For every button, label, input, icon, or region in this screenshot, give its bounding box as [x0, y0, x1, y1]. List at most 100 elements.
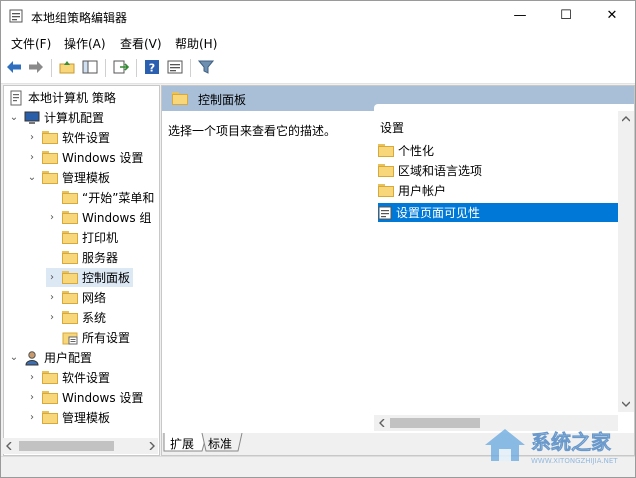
scroll-left-icon[interactable] [378, 419, 386, 427]
tree-label: 用户配置 [44, 351, 93, 365]
menu-action[interactable]: 操作(A) [64, 35, 106, 52]
folder-icon [378, 184, 394, 197]
expand-arrow-icon[interactable]: › [46, 292, 58, 303]
expand-arrow-icon[interactable]: › [26, 132, 38, 143]
folder-icon [42, 131, 58, 144]
tree-node-cc-admin[interactable]: ⌄ 管理模板 [26, 168, 110, 187]
tree-node-network[interactable]: › 网络 [46, 288, 106, 307]
group-policy-window: 本地组策略编辑器 — ☐ ✕ 文件(F) 操作(A) 查看(V) 帮助(H) ? [0, 0, 636, 478]
tree-node-uc-windows[interactable]: › Windows 设置 [26, 388, 143, 407]
toolbar: ? [1, 53, 635, 84]
expand-arrow-icon[interactable]: › [46, 272, 58, 283]
scroll-up-icon[interactable] [622, 115, 630, 123]
folder-icon [378, 144, 394, 157]
collapse-arrow-icon[interactable]: ⌄ [26, 172, 38, 183]
folder-icon [62, 291, 78, 304]
tree-pane: 本地计算机 策略 ⌄ 计算机配置 › 软件设置 › Windows 设置 ⌄ 管… [3, 85, 160, 456]
tree-label: 控制面板 [82, 271, 131, 285]
tree-node-control-panel[interactable]: › 控制面板 [46, 268, 134, 287]
up-folder-icon[interactable] [58, 58, 76, 76]
list-item-label: 区域和语言选项 [398, 164, 483, 178]
menu-view[interactable]: 查看(V) [120, 35, 162, 52]
tree-label: 软件设置 [62, 131, 111, 145]
expand-arrow-icon[interactable]: › [46, 212, 58, 223]
tab-extended[interactable]: 扩展 [170, 435, 194, 453]
list-item-label: 设置页面可见性 [396, 206, 481, 220]
folder-icon [42, 151, 58, 164]
scroll-left-icon[interactable] [5, 442, 13, 450]
list-vertical-scrollbar[interactable] [618, 111, 634, 412]
tree-node-cc-software[interactable]: › 软件设置 [26, 128, 110, 147]
folder-icon [62, 251, 78, 264]
tree-label: Windows 设置 [62, 391, 144, 405]
tree-node-uc-software[interactable]: › 软件设置 [26, 368, 110, 387]
expand-arrow-icon[interactable]: › [46, 312, 58, 323]
properties-icon[interactable] [166, 58, 184, 76]
tree-horizontal-scrollbar[interactable] [3, 438, 158, 454]
close-button[interactable]: ✕ [589, 1, 635, 31]
tree-label: 本地计算机 策略 [28, 91, 116, 105]
tree-node-computer-config[interactable]: ⌄ 计算机配置 [8, 108, 104, 127]
folder-icon [62, 311, 78, 324]
tree-label: 计算机配置 [44, 111, 105, 125]
detail-pane: 控制面板 选择一个项目来查看它的描述。 设置 个性化 区域和语言选项 用户帐户 … [161, 85, 635, 456]
folder-icon [42, 371, 58, 384]
folder-icon [42, 411, 58, 424]
folder-icon [62, 211, 78, 224]
tab-standard[interactable]: 标准 [208, 435, 232, 453]
scroll-right-icon[interactable] [148, 442, 156, 450]
tree-node-printer[interactable]: 打印机 [46, 228, 118, 247]
policy-app-icon [9, 9, 23, 23]
folder-icon [62, 191, 78, 204]
show-hide-tree-icon[interactable] [81, 58, 99, 76]
list-item-label: 用户帐户 [398, 184, 447, 198]
expand-arrow-icon[interactable]: › [26, 392, 38, 403]
menu-help[interactable]: 帮助(H) [175, 35, 217, 52]
scroll-thumb[interactable] [19, 441, 114, 451]
tree-node-local-policy[interactable]: 本地计算机 策略 [8, 88, 116, 107]
export-list-icon[interactable] [112, 58, 130, 76]
menu-file[interactable]: 文件(F) [11, 35, 51, 52]
svg-text:系统之家: 系统之家 [531, 430, 612, 454]
tree-label: “开始”菜单和 [82, 191, 155, 205]
tree-node-server[interactable]: 服务器 [46, 248, 118, 267]
scroll-thumb[interactable] [390, 418, 480, 428]
tree-node-cc-windows[interactable]: › Windows 设置 [26, 148, 143, 167]
list-item[interactable]: 用户帐户 [378, 181, 634, 200]
list-item[interactable]: 区域和语言选项 [378, 161, 634, 180]
tree-node-user-config[interactable]: ⌄ 用户配置 [8, 348, 92, 367]
toolbar-separator [51, 59, 52, 77]
column-header-settings[interactable]: 设置 [380, 119, 404, 136]
user-icon [25, 350, 39, 365]
minimize-button[interactable]: — [497, 1, 543, 31]
back-icon[interactable] [5, 58, 23, 76]
tree-label: 管理模板 [62, 171, 111, 185]
filter-icon[interactable] [197, 58, 215, 76]
folder-icon [62, 231, 78, 244]
list-item-selected[interactable]: 设置页面可见性 [378, 203, 634, 222]
tree-label: 管理模板 [62, 411, 111, 425]
tree-node-uc-admin[interactable]: › 管理模板 [26, 408, 110, 427]
expand-arrow-icon[interactable]: › [26, 152, 38, 163]
detail-header-title: 控制面板 [198, 93, 247, 107]
folder-icon [42, 391, 58, 404]
tree-label: 服务器 [82, 251, 119, 265]
tree-node-start-menu[interactable]: “开始”菜单和 [46, 188, 154, 207]
folder-icon [172, 92, 188, 105]
help-icon[interactable]: ? [143, 58, 161, 76]
forward-icon[interactable] [27, 58, 45, 76]
settings-list: 设置 个性化 区域和语言选项 用户帐户 设置页面可见性 [374, 104, 634, 415]
title-bar[interactable]: 本地组策略编辑器 — ☐ ✕ [1, 1, 635, 31]
tree-node-windows-components[interactable]: › Windows 组 [46, 208, 151, 227]
collapse-arrow-icon[interactable]: ⌄ [8, 112, 20, 123]
tree-node-all-settings[interactable]: 所有设置 [46, 328, 130, 347]
expand-arrow-icon[interactable]: › [26, 372, 38, 383]
tree-node-system[interactable]: › 系统 [46, 308, 106, 327]
expand-arrow-icon[interactable]: › [26, 412, 38, 423]
maximize-button[interactable]: ☐ [543, 1, 589, 31]
list-item[interactable]: 个性化 [378, 141, 634, 160]
collapse-arrow-icon[interactable]: ⌄ [8, 352, 20, 363]
tree-label: Windows 设置 [62, 151, 144, 165]
tree-label: 打印机 [82, 231, 119, 245]
tree-label: Windows 组 [82, 211, 152, 225]
